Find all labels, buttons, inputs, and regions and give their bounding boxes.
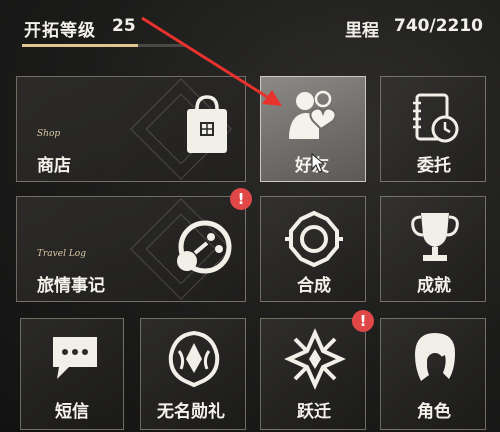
annotation-arrow xyxy=(141,16,282,106)
